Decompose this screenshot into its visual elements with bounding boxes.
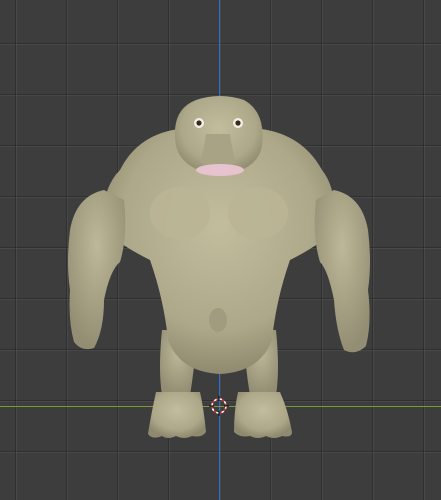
left-foot xyxy=(148,392,206,438)
creature-model[interactable] xyxy=(0,0,441,500)
right-arm xyxy=(314,190,370,353)
3d-cursor-icon[interactable] xyxy=(209,396,229,416)
right-foot xyxy=(234,392,292,438)
3d-viewport[interactable] xyxy=(0,0,441,500)
left-arm xyxy=(68,190,126,350)
